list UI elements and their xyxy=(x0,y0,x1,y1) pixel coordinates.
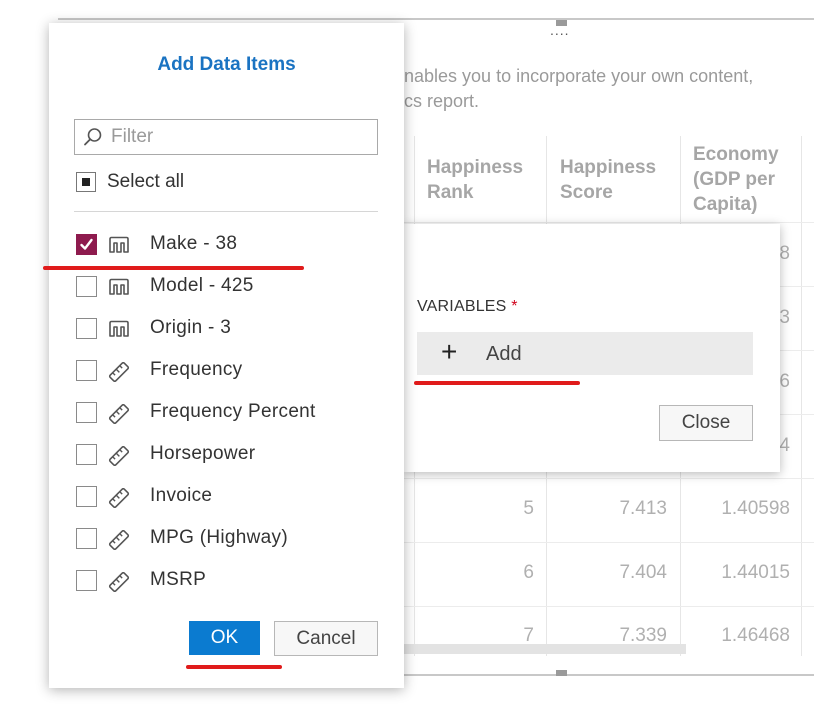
data-item-label: Horsepower xyxy=(150,443,256,464)
data-item-checkbox[interactable] xyxy=(76,318,97,339)
data-item-checkbox[interactable] xyxy=(76,234,97,255)
data-item-label: Frequency Percent xyxy=(150,401,316,422)
category-icon xyxy=(108,278,130,301)
data-item-row[interactable]: Model - 425 xyxy=(76,274,376,300)
annotation-underline-add xyxy=(414,381,580,385)
data-item-checkbox[interactable] xyxy=(76,528,97,549)
data-item-label: Frequency xyxy=(150,359,243,380)
table-cell: 1.44015 xyxy=(721,562,790,583)
data-item-row[interactable]: Invoice xyxy=(76,484,376,510)
data-item-row[interactable]: Frequency xyxy=(76,358,376,384)
data-item-label: MSRP xyxy=(150,569,207,590)
filter-input[interactable]: Filter xyxy=(74,119,378,155)
category-icon xyxy=(108,320,130,343)
category-icon xyxy=(108,236,130,259)
data-item-row[interactable]: MPG (Highway) xyxy=(76,526,376,552)
add-data-items-dialog: Add Data Items Filter Select all Make - … xyxy=(49,23,404,688)
data-item-label: Make - 38 xyxy=(150,233,238,254)
required-marker: * xyxy=(511,298,518,315)
more-options-dots[interactable]: .... xyxy=(550,22,570,38)
close-button[interactable]: Close xyxy=(659,405,753,441)
row-separator xyxy=(404,542,814,543)
variables-label-text: VARIABLES xyxy=(417,298,507,315)
measure-icon xyxy=(108,529,130,555)
data-item-row[interactable]: Origin - 3 xyxy=(76,316,376,342)
measure-icon xyxy=(108,571,130,597)
data-item-row[interactable]: Frequency Percent xyxy=(76,400,376,426)
row-separator xyxy=(404,606,814,607)
measure-icon xyxy=(108,487,130,513)
table-cell: 6 xyxy=(523,562,534,583)
table-cell: 5 xyxy=(523,498,534,519)
table-cell: 7.404 xyxy=(619,562,667,583)
table-cell: 7.413 xyxy=(619,498,667,519)
annotation-underline-make xyxy=(43,266,304,270)
column-header-happiness-score[interactable]: Happiness Score xyxy=(560,155,675,205)
intro-text-line-1: nables you to incorporate your own conte… xyxy=(404,66,754,86)
report-bottom-border xyxy=(404,674,814,676)
data-item-row[interactable]: Make - 38 xyxy=(76,232,376,258)
divider xyxy=(74,211,378,212)
data-item-label: Model - 425 xyxy=(150,275,254,296)
data-item-checkbox[interactable] xyxy=(76,360,97,381)
filter-placeholder: Filter xyxy=(111,126,154,147)
resize-handle-bottom[interactable] xyxy=(556,670,567,676)
variables-label: VARIABLES * xyxy=(417,298,518,316)
data-item-checkbox[interactable] xyxy=(76,486,97,507)
table-cell: 1.40598 xyxy=(721,498,790,519)
plus-icon: + xyxy=(441,336,458,367)
search-icon xyxy=(83,127,103,152)
data-item-checkbox[interactable] xyxy=(76,276,97,297)
data-item-row[interactable]: Horsepower xyxy=(76,442,376,468)
measure-icon xyxy=(108,403,130,429)
partial-selection-indicator xyxy=(76,172,96,192)
measure-icon xyxy=(108,445,130,471)
report-top-border xyxy=(58,18,814,20)
data-item-checkbox[interactable] xyxy=(76,444,97,465)
table-cell: 1.46468 xyxy=(721,625,790,646)
data-item-label: Origin - 3 xyxy=(150,317,232,338)
ok-button[interactable]: OK xyxy=(189,621,260,655)
intro-text-line-2: cs report. xyxy=(404,91,480,111)
select-all-label: Select all xyxy=(107,171,185,192)
dialog-title: Add Data Items xyxy=(157,54,296,75)
measure-icon xyxy=(108,361,130,387)
data-item-label: MPG (Highway) xyxy=(150,527,288,548)
data-item-label: Invoice xyxy=(150,485,213,506)
horizontal-scrollbar[interactable] xyxy=(404,644,686,654)
variables-popover: VARIABLES * + Add Close xyxy=(394,224,780,472)
add-variable-button[interactable]: + Add xyxy=(417,332,753,375)
row-separator xyxy=(404,478,814,479)
column-header-economy[interactable]: Economy (GDP per Capita) xyxy=(693,142,803,217)
data-item-row[interactable]: MSRP xyxy=(76,568,376,594)
data-item-checkbox[interactable] xyxy=(76,570,97,591)
add-variable-label: Add xyxy=(486,343,522,365)
data-item-checkbox[interactable] xyxy=(76,402,97,423)
cancel-button[interactable]: Cancel xyxy=(274,621,378,656)
annotation-underline-ok xyxy=(186,665,282,669)
row-separator xyxy=(404,222,814,223)
column-header-happiness-rank[interactable]: Happiness Rank xyxy=(427,155,542,205)
